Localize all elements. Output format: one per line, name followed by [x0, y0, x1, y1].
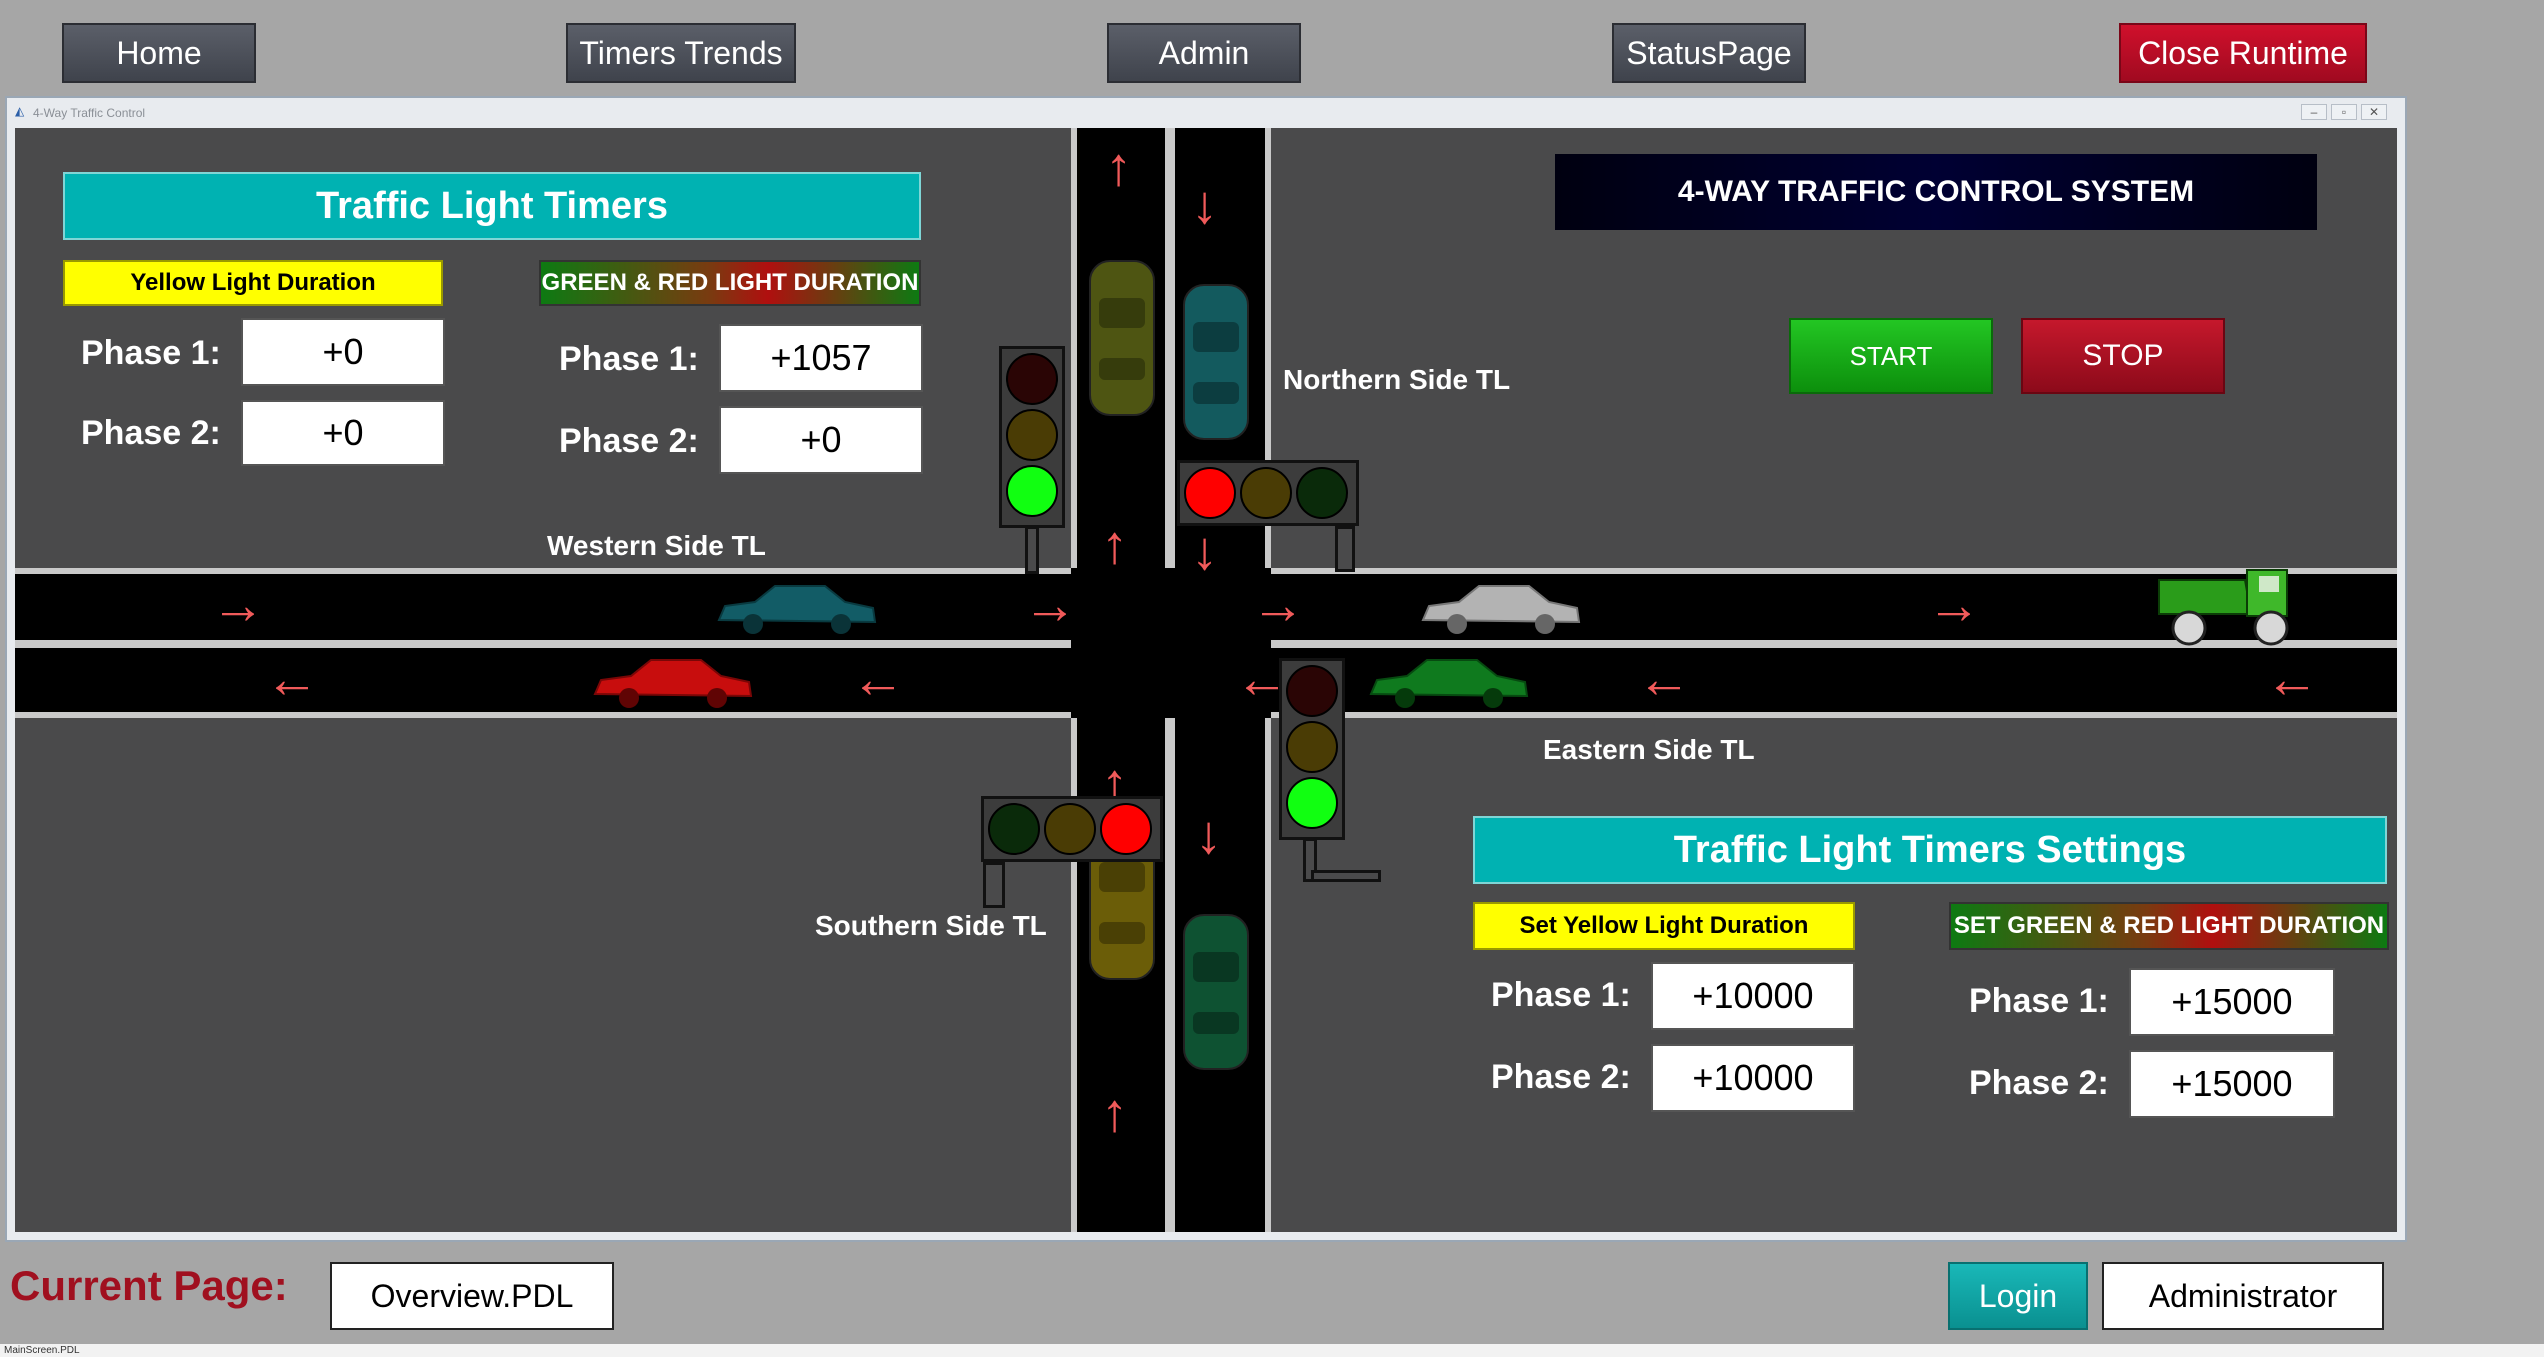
timers-trends-button[interactable]: Timers Trends	[566, 23, 796, 83]
window-title: 4-Way Traffic Control	[33, 106, 146, 120]
yellow-lamp	[1286, 721, 1338, 773]
window-close-button[interactable]: ✕	[2361, 104, 2387, 120]
status-bar: MainScreen.PDL	[0, 1344, 2544, 1357]
yellow-lamp	[1006, 409, 1058, 461]
set-gr-phase2-input[interactable]: +15000	[2129, 1050, 2335, 1118]
set-yellow-phase1-input[interactable]: +10000	[1651, 962, 1855, 1030]
minimize-button[interactable]: –	[2301, 104, 2327, 120]
road-edge	[15, 568, 1071, 574]
red-lamp	[1006, 353, 1058, 405]
current-page-label: Current Page:	[10, 1262, 288, 1309]
road-edge	[15, 712, 1071, 718]
lane-divider	[1165, 128, 1175, 568]
road-edge	[1071, 128, 1077, 568]
red-lamp	[1100, 803, 1152, 855]
green-lamp	[1286, 777, 1338, 829]
arrow-down-icon: ↓	[1195, 805, 1222, 865]
car-red-icon	[593, 659, 753, 708]
gr-phase2-value: +0	[719, 406, 923, 474]
arrow-right-icon: →	[211, 575, 265, 635]
arrow-left-icon: ←	[2265, 649, 2319, 709]
car-teal-icon	[717, 585, 877, 634]
set-yellow-duration-label: Set Yellow Light Duration	[1473, 902, 1855, 950]
gr-phase1-label: Phase 1:	[559, 340, 699, 378]
eastern-traffic-light	[1279, 658, 1345, 840]
arrow-down-icon: ↓	[1191, 521, 1218, 581]
set-yellow-phase2-input[interactable]: +10000	[1651, 1044, 1855, 1112]
set-yellow-phase1-label: Phase 1:	[1491, 976, 1631, 1014]
car-gray-icon	[1421, 585, 1581, 634]
start-button[interactable]: START	[1789, 318, 1993, 394]
yellow-phase1-label: Phase 1:	[81, 334, 221, 372]
close-runtime-button[interactable]: Close Runtime	[2119, 23, 2367, 83]
northern-side-label: Northern Side TL	[1283, 364, 1511, 395]
road-edge	[1265, 718, 1271, 1232]
yellow-lamp	[1044, 803, 1096, 855]
current-page-field: Overview.PDL	[330, 1262, 614, 1330]
window-titlebar: ◭ 4-Way Traffic Control – ▫ ✕	[7, 98, 2405, 128]
yellow-duration-label: Yellow Light Duration	[63, 260, 443, 306]
yellow-phase1-value: +0	[241, 318, 445, 386]
gr-phase1-value: +1057	[719, 324, 923, 392]
arrow-down-icon: ↓	[1191, 175, 1218, 235]
arrow-up-icon: ↑	[1101, 515, 1128, 575]
lane-divider	[1165, 718, 1175, 1232]
set-yellow-phase2-label: Phase 2:	[1491, 1058, 1631, 1096]
timers-header: Traffic Light Timers	[63, 172, 921, 240]
settings-header: Traffic Light Timers Settings	[1473, 816, 2387, 884]
green-lamp	[1296, 467, 1348, 519]
western-traffic-light	[999, 346, 1065, 528]
stop-button[interactable]: STOP	[2021, 318, 2225, 394]
car-teal-icon	[1183, 284, 1249, 440]
app-icon: ◭	[15, 104, 25, 118]
home-button[interactable]: Home	[62, 23, 256, 83]
set-green-red-duration-label: SET GREEN & RED LIGHT DURATION	[1949, 902, 2389, 950]
red-lamp	[1184, 467, 1236, 519]
current-user-field: Administrator	[2102, 1262, 2384, 1330]
southern-traffic-light	[981, 796, 1163, 862]
arrow-left-icon: ←	[265, 649, 319, 709]
car-darkgreen-icon	[1183, 914, 1249, 1070]
set-gr-phase1-label: Phase 1:	[1969, 982, 2109, 1020]
green-lamp	[988, 803, 1040, 855]
set-gr-phase1-input[interactable]: +15000	[2129, 968, 2335, 1036]
login-button[interactable]: Login	[1948, 1262, 2088, 1330]
arrow-right-icon: →	[1251, 575, 1305, 635]
southern-side-label: Southern Side TL	[815, 910, 1047, 941]
arrow-right-icon: →	[1023, 575, 1077, 635]
northern-traffic-light	[1177, 460, 1359, 526]
restore-button[interactable]: ▫	[2331, 104, 2357, 120]
dump-truck-icon	[2158, 569, 2289, 646]
arrow-up-icon: ↑	[1105, 137, 1132, 197]
traffic-control-window: ◭ 4-Way Traffic Control – ▫ ✕ ↑ ↓ ↑ ↓ ↑ …	[5, 96, 2407, 1242]
status-page-button[interactable]: StatusPage	[1612, 23, 1806, 83]
arrow-up-icon: ↑	[1101, 1083, 1128, 1143]
car-green-icon	[1369, 659, 1529, 708]
eastern-side-label: Eastern Side TL	[1543, 734, 1755, 765]
road-edge	[1271, 712, 2397, 718]
western-side-label: Western Side TL	[547, 530, 766, 561]
traffic-light-pole	[1311, 870, 1381, 882]
traffic-light-pole	[983, 862, 1005, 908]
green-red-duration-label: GREEN & RED LIGHT DURATION	[539, 260, 921, 306]
intersection-canvas: ↑ ↓ ↑ ↓ ↑ ↓ ↑ → → → → ← ← ← ← ← Northern…	[15, 128, 2397, 1232]
yellow-phase2-label: Phase 2:	[81, 414, 221, 452]
lane-divider	[15, 640, 1071, 648]
system-title-banner: 4-WAY TRAFFIC CONTROL SYSTEM	[1555, 154, 2317, 230]
set-gr-phase2-label: Phase 2:	[1969, 1064, 2109, 1102]
admin-button[interactable]: Admin	[1107, 23, 1301, 83]
red-lamp	[1286, 665, 1338, 717]
traffic-light-pole	[1025, 526, 1039, 574]
green-lamp	[1006, 465, 1058, 517]
car-olive-icon	[1089, 260, 1155, 416]
traffic-light-pole	[1335, 526, 1355, 572]
yellow-lamp	[1240, 467, 1292, 519]
arrow-left-icon: ←	[851, 649, 905, 709]
arrow-right-icon: →	[1927, 575, 1981, 635]
yellow-phase2-value: +0	[241, 400, 445, 466]
gr-phase2-label: Phase 2:	[559, 422, 699, 460]
arrow-left-icon: ←	[1637, 649, 1691, 709]
